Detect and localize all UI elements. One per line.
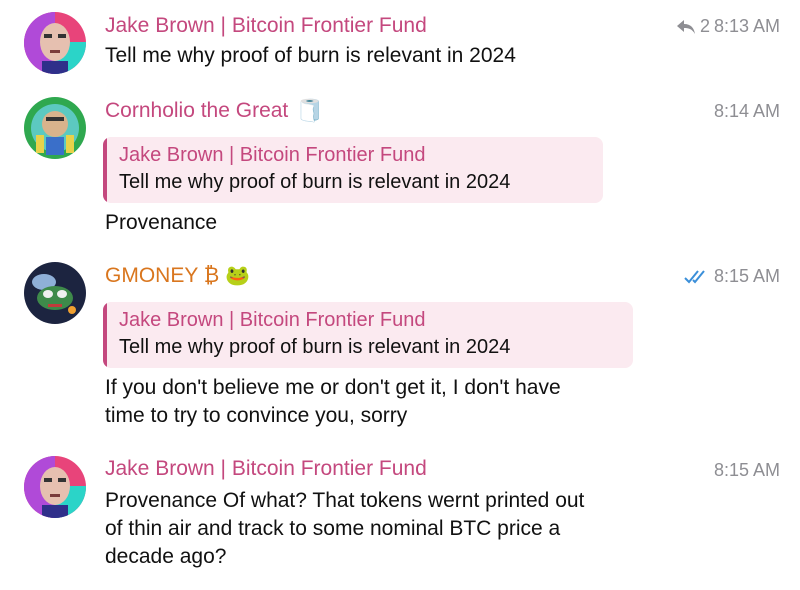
frog-icon: 🐸 xyxy=(225,265,251,287)
avatar[interactable] xyxy=(24,12,86,74)
double-check-icon xyxy=(684,269,710,285)
reply-bar xyxy=(103,302,107,368)
toilet-paper-icon: 🧻 xyxy=(296,98,324,123)
time-label: 8:13 AM xyxy=(713,16,780,36)
time-label: 8:14 AM xyxy=(713,101,780,121)
sender-label: Cornholio the Great xyxy=(105,99,289,122)
reply-sender: Jake Brown | Bitcoin Frontier Fund xyxy=(119,144,426,166)
avatar[interactable] xyxy=(24,456,86,518)
time-label: 8:15 AM xyxy=(713,266,780,286)
reply-count: 2 xyxy=(699,16,710,36)
message-text: Tell me why proof of burn is relevant in… xyxy=(105,44,516,67)
reply-arrow-icon xyxy=(676,19,696,35)
reply-quote[interactable]: Jake Brown | Bitcoin Frontier Fund Tell … xyxy=(103,137,603,203)
reply-bar xyxy=(103,137,107,203)
message-line: time to try to convince you, sorry xyxy=(105,404,408,427)
timestamp: 8:14 AM xyxy=(714,101,780,122)
reply-text: Tell me why proof of burn is relevant in… xyxy=(119,171,511,193)
message-line: decade ago? xyxy=(105,545,227,568)
avatar[interactable] xyxy=(24,97,86,159)
message-line: Provenance Of what? That tokens wernt pr… xyxy=(105,489,585,512)
reply-text: Tell me why proof of burn is relevant in… xyxy=(119,336,511,358)
sender-name[interactable]: Jake Brown | Bitcoin Frontier Fund xyxy=(105,14,427,38)
timestamp: 8:15 AM xyxy=(684,266,780,287)
message-text: Provenance Of what? That tokens wernt pr… xyxy=(105,487,705,571)
sender-name[interactable]: GMONEY ₿ 🐸 xyxy=(105,263,250,288)
reply-quote[interactable]: Jake Brown | Bitcoin Frontier Fund Tell … xyxy=(103,302,633,368)
message-line: of thin air and track to some nominal BT… xyxy=(105,517,561,540)
message-text: Provenance xyxy=(105,211,218,234)
sender-name[interactable]: Jake Brown | Bitcoin Frontier Fund xyxy=(105,457,427,481)
timestamp: 2 8:13 AM xyxy=(676,16,780,37)
reply-sender: Jake Brown | Bitcoin Frontier Fund xyxy=(119,309,426,331)
sender-label: GMONEY ₿ xyxy=(105,263,220,287)
message-text: If you don't believe me or don't get it,… xyxy=(105,374,705,430)
avatar[interactable] xyxy=(24,262,86,324)
time-label: 8:15 AM xyxy=(713,460,780,480)
message-line: If you don't believe me or don't get it,… xyxy=(105,376,561,399)
timestamp: 8:15 AM xyxy=(714,460,780,481)
sender-name[interactable]: Cornholio the Great 🧻 xyxy=(105,98,324,124)
